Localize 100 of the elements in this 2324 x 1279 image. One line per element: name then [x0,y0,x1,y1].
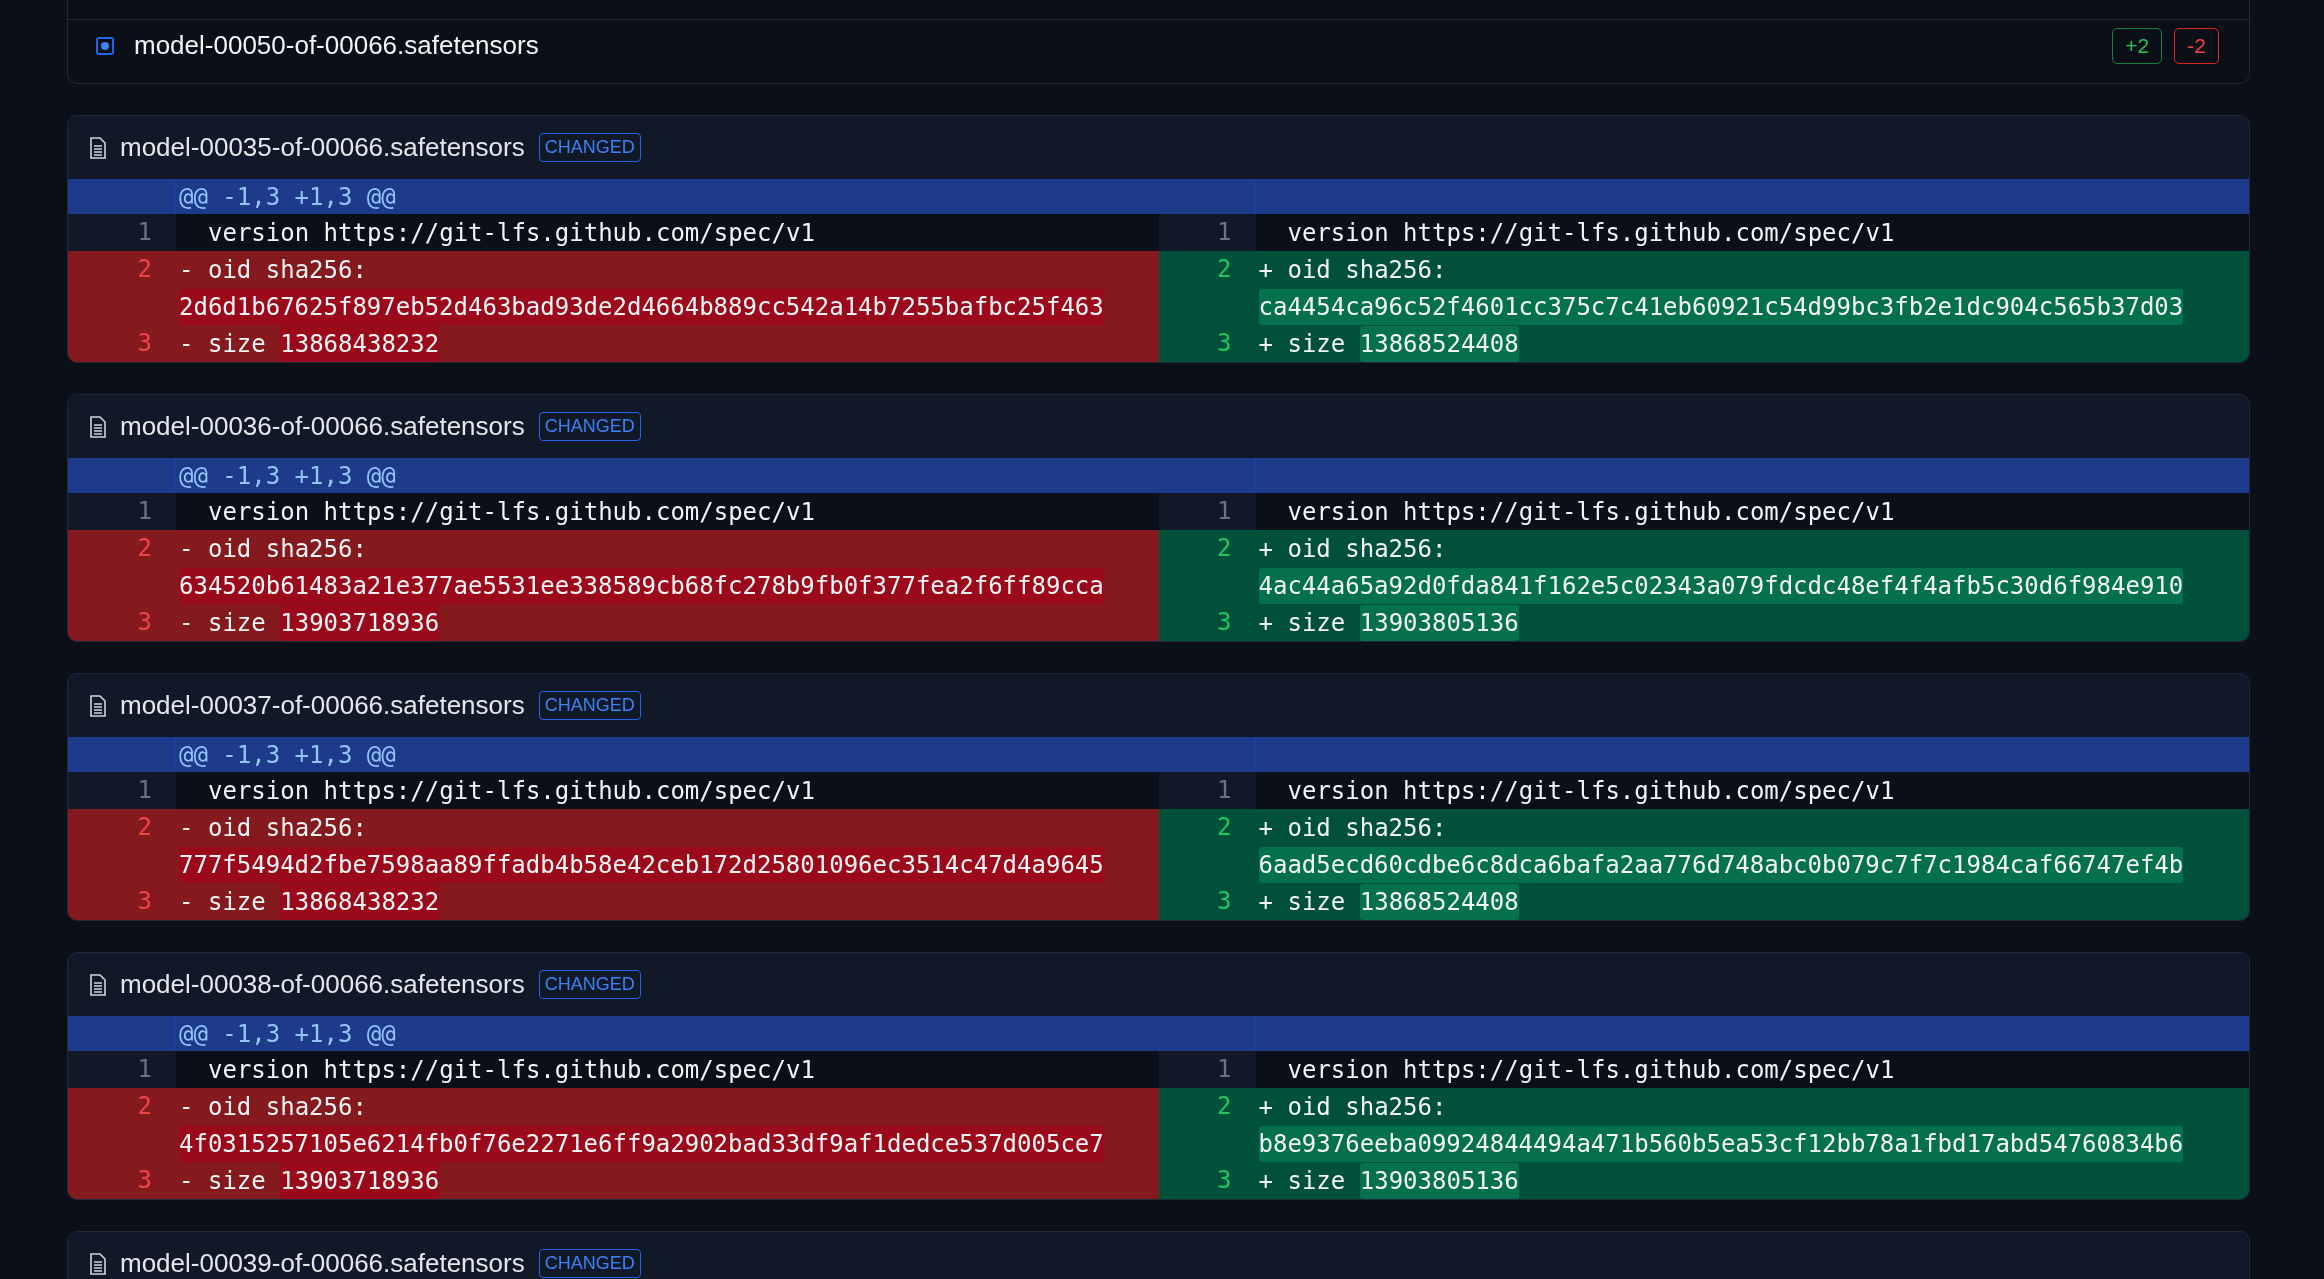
changed-text: 13903718936 [280,1162,440,1199]
diff-file-name: model-00037-of-00066.safetensors [120,689,525,722]
diff-marker: - [179,254,194,286]
code-text: size [1287,1165,1346,1197]
status-badge: CHANGED [538,133,641,162]
line-number: 2 [1217,534,1232,562]
diff-marker: + [1258,1165,1273,1197]
code-text: size [1287,607,1346,639]
file-icon [88,973,108,996]
diff-marker: - [179,1165,194,1197]
additions-count: +2 [2112,27,2163,64]
code-text: version https://git-lfs.github.com/spec/v1 [1287,775,1895,807]
line-number: 1 [137,497,152,525]
changed-text: 4f0315257105e6214fb0f76e2271e6ff9a2902bad33df9af1dedce537d005ce7 [179,1125,1104,1162]
line-number: 1 [1217,218,1232,246]
hunk-header: @@ -1,3 +1,3 @@ [178,460,396,492]
diff-file-name: model-00035-of-00066.safetensors [120,131,525,164]
line-number: 2 [1217,255,1232,283]
diff-file-name: model-00038-of-00066.safetensors [120,968,525,1001]
code-text: version https://git-lfs.github.com/spec/v1 [1287,496,1895,528]
changed-text: 13903805136 [1359,1162,1519,1199]
file-list-item[interactable]: model-00050-of-00066.safetensors +2 -2 [68,20,2249,83]
file-icon [88,1252,108,1275]
diff-marker: + [1258,1091,1273,1123]
code-text: size [1287,886,1346,918]
diff-marker: + [1258,533,1273,565]
line-number: 1 [1217,1055,1232,1083]
diff-marker: + [1258,254,1273,286]
file-icon [88,415,108,438]
line-number: 1 [1217,497,1232,525]
status-badge: CHANGED [538,691,641,720]
code-text: oid sha256: [1287,812,1447,844]
diff-file-name: model-00039-of-00066.safetensors [120,1247,525,1279]
code-text: size [207,1165,266,1197]
changed-text: 13903805136 [1359,604,1519,641]
line-number: 2 [137,813,152,841]
diff-marker: - [179,607,194,639]
hunk-header: @@ -1,3 +1,3 @@ [178,181,396,213]
diff-marker: - [179,533,194,565]
changed-text: 4ac44a65a92d0fda841f162e5c02343a079fdcdc48ef4f4afb5c30d6f984e910 [1258,567,2184,604]
code-text: version https://git-lfs.github.com/spec/v1 [208,217,815,249]
code-text: oid sha256: [1287,533,1447,565]
hunk-header: @@ -1,3 +1,3 @@ [178,739,396,771]
line-number: 2 [137,255,152,283]
changed-text: 13868438232 [280,883,440,920]
status-badge: CHANGED [538,970,641,999]
diff-marker: - [179,886,194,918]
diff-marker: + [1258,328,1273,360]
diff-file-name: model-00036-of-00066.safetensors [120,410,525,443]
code-text: oid sha256: [207,812,367,844]
line-number: 1 [137,1055,152,1083]
changed-text: 13868524408 [1359,325,1519,362]
code-text: version https://git-lfs.github.com/spec/v1 [1287,1054,1895,1086]
changed-text: b8e9376eeba09924844494a471b560b5ea53cf12bb78a1fbd17abd54760834b6 [1258,1125,2184,1162]
line-number: 3 [1217,1166,1232,1194]
status-badge: CHANGED [538,412,641,441]
line-number: 2 [1217,813,1232,841]
line-number: 1 [1217,776,1232,804]
code-text: version https://git-lfs.github.com/spec/v1 [208,775,815,807]
deletions-count: -2 [2174,27,2219,64]
code-text: version https://git-lfs.github.com/spec/v1 [208,1054,815,1086]
diff-marker: - [179,328,194,360]
changed-text: 13868524408 [1359,883,1519,920]
code-text: size [207,886,266,918]
changed-text: 2d6d1b67625f897eb52d463bad93de2d4664b889cc542a14b7255bafbc25f463 [179,288,1104,325]
line-number: 3 [137,887,152,915]
file-icon [88,694,108,717]
code-text: size [207,328,266,360]
hunk-header: @@ -1,3 +1,3 @@ [178,1018,396,1050]
line-number: 2 [137,1092,152,1120]
line-number: 1 [137,776,152,804]
line-number: 3 [1217,329,1232,357]
changed-text: 634520b61483a21e377ae5531ee338589cb68fc278b9fb0f377fea2f6ff89cca [179,567,1104,604]
diff-marker: + [1258,607,1273,639]
changed-text: 13868438232 [280,325,440,362]
line-number: 2 [1217,1092,1232,1120]
line-number: 1 [137,218,152,246]
diff-marker: + [1258,886,1273,918]
changed-text: ca4454ca96c52f4601cc375c7c41eb60921c54d99bc3fb2e1dc904c565b37d03 [1258,288,2184,325]
changed-text: 13903718936 [280,604,440,641]
file-checkbox[interactable] [96,36,114,55]
diff-marker: - [179,812,194,844]
code-text: oid sha256: [207,1091,367,1123]
file-icon [88,136,108,159]
code-text: size [207,607,266,639]
line-number: 3 [137,329,152,357]
status-badge: CHANGED [538,1249,641,1278]
code-text: oid sha256: [207,254,367,286]
line-number: 3 [1217,608,1232,636]
code-text: oid sha256: [1287,254,1447,286]
line-number: 3 [1217,887,1232,915]
line-number: 3 [137,608,152,636]
line-number: 2 [137,534,152,562]
changed-text: 6aad5ecd60cdbe6c8dca6bafa2aa776d748abc0b079c7f7c1984caf66747ef4b [1258,846,2184,883]
code-text: version https://git-lfs.github.com/spec/v1 [208,496,815,528]
diff-marker: + [1258,812,1273,844]
code-text: version https://git-lfs.github.com/spec/v1 [1287,217,1895,249]
line-number: 3 [137,1166,152,1194]
code-text: size [1287,328,1346,360]
file-name: model-00050-of-00066.safetensors [134,29,539,62]
